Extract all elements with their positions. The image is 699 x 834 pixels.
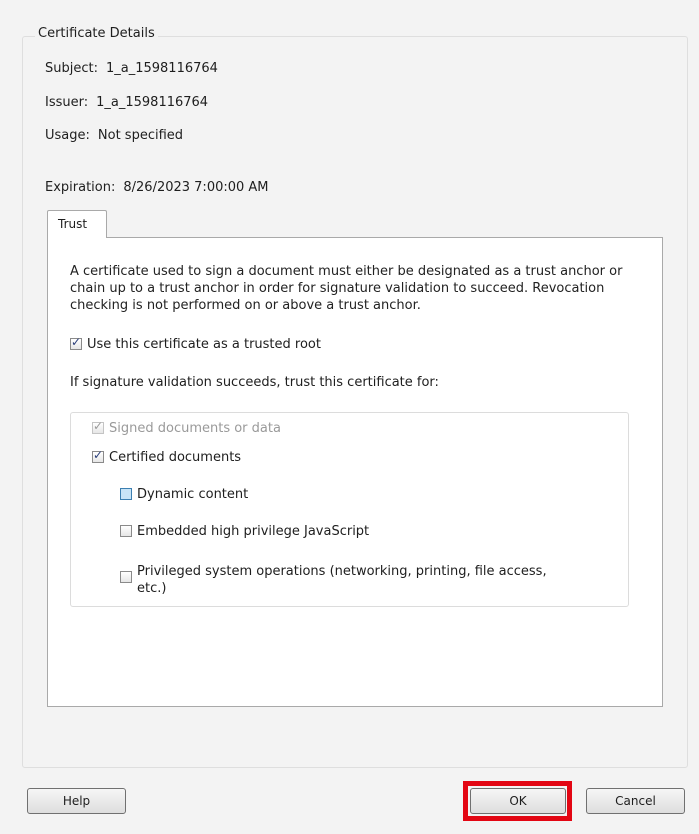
embedded-javascript-checkbox[interactable] [120,525,132,537]
usage-label: Usage: [45,128,90,143]
certificate-details-dialog: Certificate Details Subject: 1_a_15981167… [0,0,699,834]
expiration-label: Expiration: [45,180,116,195]
issuer-value: 1_a_1598116764 [96,95,209,110]
signed-documents-option: Signed documents or data [92,419,281,436]
cancel-button[interactable]: Cancel [586,788,685,814]
certified-documents-label: Certified documents [109,450,242,465]
subject-value: 1_a_1598116764 [105,61,218,76]
embedded-javascript-label: Embedded high privilege JavaScript [137,524,370,539]
usage-row: Usage: Not specified [45,128,183,143]
privileged-operations-label-line2: etc.) [137,581,167,596]
trusted-root-checkbox-row[interactable]: Use this certificate as a trusted root [70,335,321,352]
usage-value: Not specified [97,128,184,143]
trusted-root-checkbox[interactable] [70,335,82,350]
subject-label: Subject: [45,61,98,76]
privileged-operations-label: Privileged system operations (networking… [137,564,547,579]
ok-button[interactable]: OK [470,788,566,814]
dynamic-content-label: Dynamic content [137,487,249,502]
subject-row: Subject: 1_a_1598116764 [45,61,218,76]
tab-trust[interactable]: Trust [47,210,107,238]
trust-for-heading: If signature validation succeeds, trust … [70,375,439,390]
privileged-operations-checkbox[interactable] [120,571,132,583]
signed-documents-label: Signed documents or data [109,421,281,436]
expiration-value: 8/26/2023 7:00:00 AM [123,180,269,195]
issuer-row: Issuer: 1_a_1598116764 [45,95,208,110]
dynamic-content-checkbox[interactable] [120,488,132,500]
help-button[interactable]: Help [27,788,126,814]
privileged-operations-option[interactable]: Privileged system operations (networking… [120,563,547,583]
embedded-javascript-option[interactable]: Embedded high privilege JavaScript [120,524,369,539]
trusted-root-label: Use this certificate as a trusted root [87,337,321,352]
certified-documents-option[interactable]: Certified documents [92,448,242,465]
trust-description: A certificate used to sign a document mu… [70,264,623,313]
issuer-label: Issuer: [45,95,89,110]
expiration-row: Expiration: 8/26/2023 7:00:00 AM [45,180,269,195]
certified-documents-checkbox[interactable] [92,448,104,463]
certificate-details-legend: Certificate Details [35,26,158,41]
dynamic-content-option[interactable]: Dynamic content [120,487,248,502]
signed-documents-checkbox [92,419,104,434]
